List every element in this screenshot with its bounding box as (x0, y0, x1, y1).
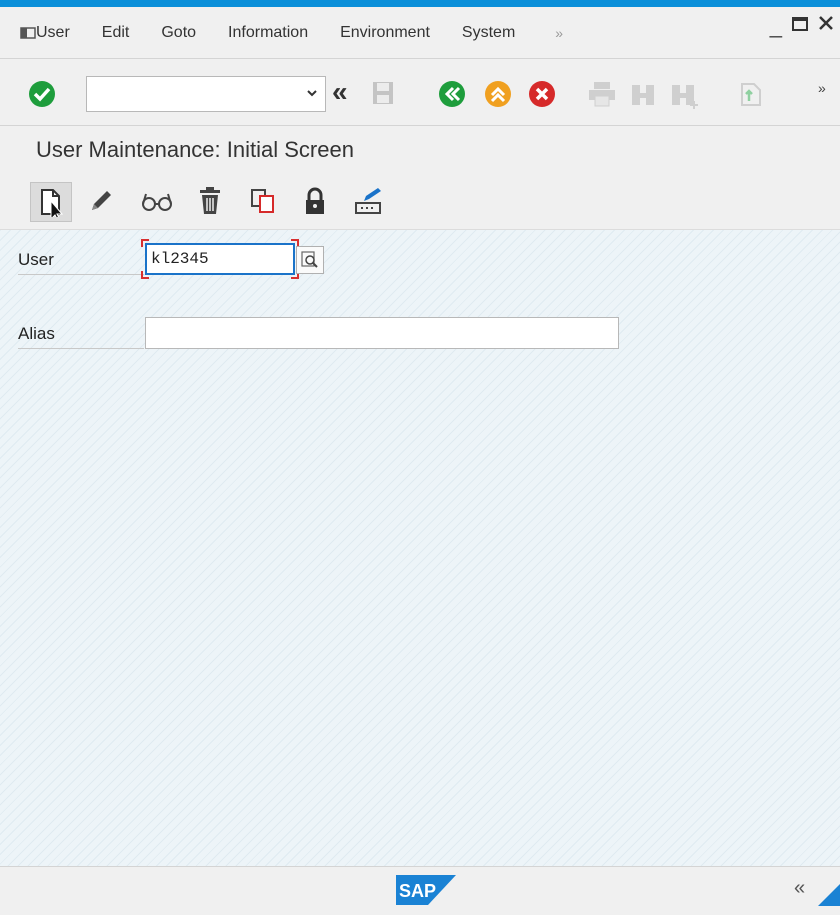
create-session-button[interactable] (738, 81, 764, 107)
required-marker-bl (141, 271, 149, 279)
find-button[interactable] (630, 81, 656, 107)
window-controls: _ (770, 14, 834, 37)
status-collapse-button[interactable]: « (794, 877, 805, 900)
top-accent-strip (0, 0, 840, 7)
menu-bar: User Edit Goto Information Environment S… (0, 7, 840, 59)
command-field[interactable] (86, 76, 326, 112)
create-icon (41, 189, 63, 217)
user-label: User (18, 245, 144, 275)
cancel-icon (529, 81, 555, 107)
toolbar-collapse-button[interactable]: « (332, 76, 348, 108)
maximize-button[interactable] (792, 14, 808, 37)
menu-system[interactable]: System (462, 24, 515, 42)
print-icon (589, 82, 615, 107)
menu-toggle-icon[interactable] (0, 26, 36, 40)
exit-button[interactable] (484, 80, 512, 108)
create-button[interactable] (30, 182, 72, 222)
find-next-button[interactable] (670, 81, 700, 109)
save-icon (373, 82, 393, 104)
exit-icon (485, 81, 511, 107)
page-title: User Maintenance: Initial Screen (36, 137, 354, 162)
menu-more-button[interactable]: » (555, 25, 563, 41)
change-button[interactable] (88, 188, 114, 214)
lock-icon (306, 187, 324, 214)
menu-user[interactable]: User (36, 24, 70, 42)
application-toolbar (0, 174, 840, 230)
menu-information[interactable]: Information (228, 24, 308, 42)
print-button[interactable] (588, 81, 616, 107)
back-icon (439, 81, 465, 107)
trash-icon (200, 187, 220, 214)
required-marker-tl (141, 239, 149, 247)
menu-edit[interactable]: Edit (102, 24, 130, 42)
change-password-button[interactable] (354, 187, 384, 215)
close-button[interactable] (818, 14, 834, 37)
copy-button[interactable] (250, 188, 276, 214)
delete-button[interactable] (198, 187, 222, 215)
display-button[interactable] (140, 190, 174, 212)
pencil-icon (92, 191, 111, 210)
minimize-button[interactable]: _ (770, 14, 782, 36)
svg-text:SAP: SAP (399, 881, 436, 901)
find-next-icon (672, 85, 698, 109)
save-button[interactable] (372, 81, 394, 105)
alias-label: Alias (18, 319, 144, 349)
menu-environment[interactable]: Environment (340, 24, 430, 42)
glasses-icon (142, 193, 172, 211)
toolbar-more-button[interactable]: » (818, 80, 826, 96)
chevron-down-icon[interactable] (305, 86, 319, 100)
status-corner-icon[interactable] (818, 884, 840, 906)
create-session-icon (741, 83, 761, 106)
cancel-button[interactable] (528, 80, 556, 108)
sap-logo: SAP (396, 875, 456, 905)
search-help-icon (301, 251, 318, 268)
page-title-bar: User Maintenance: Initial Screen (0, 126, 840, 174)
user-input[interactable]: kl2345 (145, 243, 295, 275)
copy-icon (251, 189, 274, 213)
enter-button[interactable] (28, 80, 56, 108)
menu-goto[interactable]: Goto (161, 24, 196, 42)
alias-input[interactable] (145, 317, 619, 349)
search-help-button[interactable] (296, 246, 324, 274)
back-button[interactable] (438, 80, 466, 108)
lock-button[interactable] (304, 187, 326, 215)
find-icon (632, 85, 654, 105)
change-password-icon (355, 188, 381, 214)
checkmark-icon (29, 81, 55, 107)
